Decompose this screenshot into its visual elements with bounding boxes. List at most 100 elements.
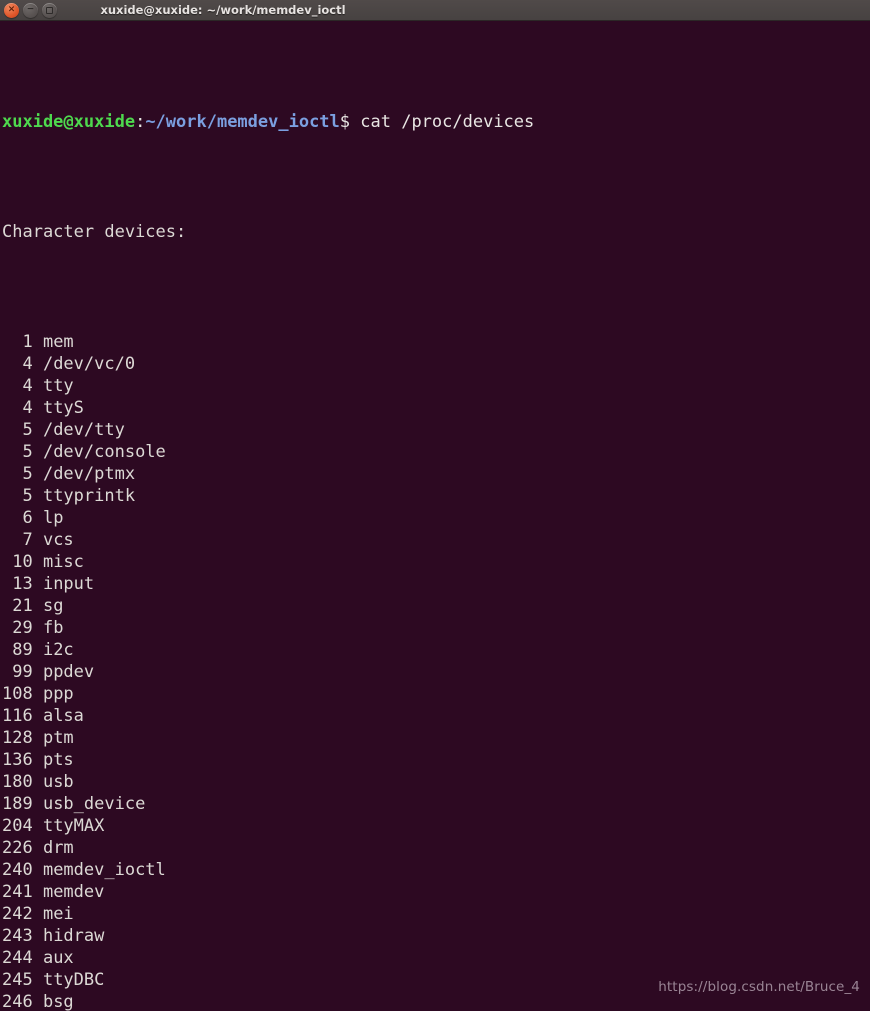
device-name: misc [32, 552, 84, 572]
device-major-number: 240 [2, 860, 33, 880]
device-major-number: 244 [2, 948, 33, 968]
window-title: xuxide@xuxide: ~/work/memdev_ioctl [0, 3, 870, 17]
device-name: vcs [32, 530, 74, 550]
character-device-row: 10 misc [2, 551, 870, 573]
device-major-number: 4 [2, 398, 33, 418]
device-major-number: 7 [2, 530, 33, 550]
device-name: hidraw [32, 926, 105, 946]
device-name: i2c [32, 640, 74, 660]
device-name: ptm [32, 728, 74, 748]
character-device-row: 241 memdev [2, 881, 870, 903]
character-device-row: 108 ppp [2, 683, 870, 705]
close-button[interactable]: × [4, 2, 19, 18]
device-name: usb [32, 772, 74, 792]
command-text: cat /proc/devices [350, 112, 535, 132]
device-name: /dev/console [32, 442, 166, 462]
character-device-row: 5 /dev/ptmx [2, 463, 870, 485]
device-major-number: 108 [2, 684, 33, 704]
device-name: ttyMAX [32, 816, 105, 836]
device-name: aux [32, 948, 74, 968]
character-device-row: 180 usb [2, 771, 870, 793]
device-major-number: 226 [2, 838, 33, 858]
prompt-user-host: xuxide@xuxide [2, 112, 136, 132]
character-device-row: 5 /dev/tty [2, 419, 870, 441]
character-device-row: 7 vcs [2, 529, 870, 551]
character-device-row: 5 /dev/console [2, 441, 870, 463]
prompt-line: xuxide@xuxide:~/work/memdev_ioctl$ cat /… [2, 111, 870, 133]
maximize-icon [46, 6, 53, 14]
character-device-row: 29 fb [2, 617, 870, 639]
window-titlebar[interactable]: × − xuxide@xuxide: ~/work/memdev_ioctl [0, 0, 870, 21]
device-name: ttyprintk [32, 486, 136, 506]
device-name: /dev/tty [32, 420, 125, 440]
device-name: ppp [32, 684, 74, 704]
terminal-window: × − xuxide@xuxide: ~/work/memdev_ioctl x… [0, 0, 870, 1011]
device-major-number: 21 [2, 596, 33, 616]
device-major-number: 99 [2, 662, 33, 682]
terminal-output-area[interactable]: xuxide@xuxide:~/work/memdev_ioctl$ cat /… [0, 21, 870, 1011]
device-major-number: 5 [2, 464, 33, 484]
character-device-row: 226 drm [2, 837, 870, 859]
device-major-number: 10 [2, 552, 33, 572]
device-name: usb_device [32, 794, 146, 814]
character-device-row: 13 input [2, 573, 870, 595]
character-device-row: 136 pts [2, 749, 870, 771]
device-name: memdev_ioctl [32, 860, 166, 880]
character-device-row: 5 ttyprintk [2, 485, 870, 507]
character-device-row: 99 ppdev [2, 661, 870, 683]
device-major-number: 243 [2, 926, 33, 946]
device-name: memdev [32, 882, 105, 902]
device-major-number: 136 [2, 750, 33, 770]
character-devices-header: Character devices: [2, 222, 187, 242]
close-icon: × [7, 4, 16, 14]
device-name: mei [32, 904, 74, 924]
device-major-number: 116 [2, 706, 33, 726]
character-device-row: 1 mem [2, 331, 870, 353]
character-device-row: 21 sg [2, 595, 870, 617]
window-controls: × − [0, 2, 57, 18]
character-device-row: 4 /dev/vc/0 [2, 353, 870, 375]
device-name: tty [32, 376, 74, 396]
device-name: ttyDBC [32, 970, 105, 990]
device-name: mem [32, 332, 74, 352]
character-device-row: 240 memdev_ioctl [2, 859, 870, 881]
character-device-row: 6 lp [2, 507, 870, 529]
watermark: https://blog.csdn.net/Bruce_4 [658, 979, 860, 995]
device-name: /dev/ptmx [32, 464, 136, 484]
device-major-number: 1 [2, 332, 33, 352]
device-major-number: 242 [2, 904, 33, 924]
device-name: bsg [32, 992, 74, 1011]
device-major-number: 5 [2, 486, 33, 506]
character-device-row: 4 ttyS [2, 397, 870, 419]
character-device-row: 128 ptm [2, 727, 870, 749]
window-title-text: xuxide@xuxide: ~/work/memdev_ioctl [100, 3, 346, 17]
device-name: drm [32, 838, 74, 858]
device-major-number: 5 [2, 420, 33, 440]
device-major-number: 189 [2, 794, 33, 814]
device-name: input [32, 574, 95, 594]
device-major-number: 204 [2, 816, 33, 836]
device-major-number: 29 [2, 618, 33, 638]
device-name: fb [32, 618, 64, 638]
device-name: ppdev [32, 662, 95, 682]
prompt-dollar: $ [339, 112, 351, 132]
device-major-number: 241 [2, 882, 33, 902]
device-major-number: 6 [2, 508, 33, 528]
character-device-row: 204 ttyMAX [2, 815, 870, 837]
character-device-row: 189 usb_device [2, 793, 870, 815]
device-name: ttyS [32, 398, 84, 418]
device-major-number: 4 [2, 354, 33, 374]
character-device-row: 244 aux [2, 947, 870, 969]
device-name: lp [32, 508, 64, 528]
prompt-path: ~/work/memdev_ioctl [145, 112, 340, 132]
prompt-separator: : [135, 112, 146, 132]
character-device-row: 242 mei [2, 903, 870, 925]
device-name: sg [32, 596, 64, 616]
device-major-number: 13 [2, 574, 33, 594]
character-devices-list: 1 mem 4 /dev/vc/0 4 tty 4 ttyS 5 /dev/tt… [2, 331, 870, 1011]
device-major-number: 245 [2, 970, 33, 990]
device-major-number: 89 [2, 640, 33, 660]
minimize-button[interactable]: − [23, 2, 38, 18]
device-major-number: 128 [2, 728, 33, 748]
maximize-button[interactable] [42, 2, 57, 18]
